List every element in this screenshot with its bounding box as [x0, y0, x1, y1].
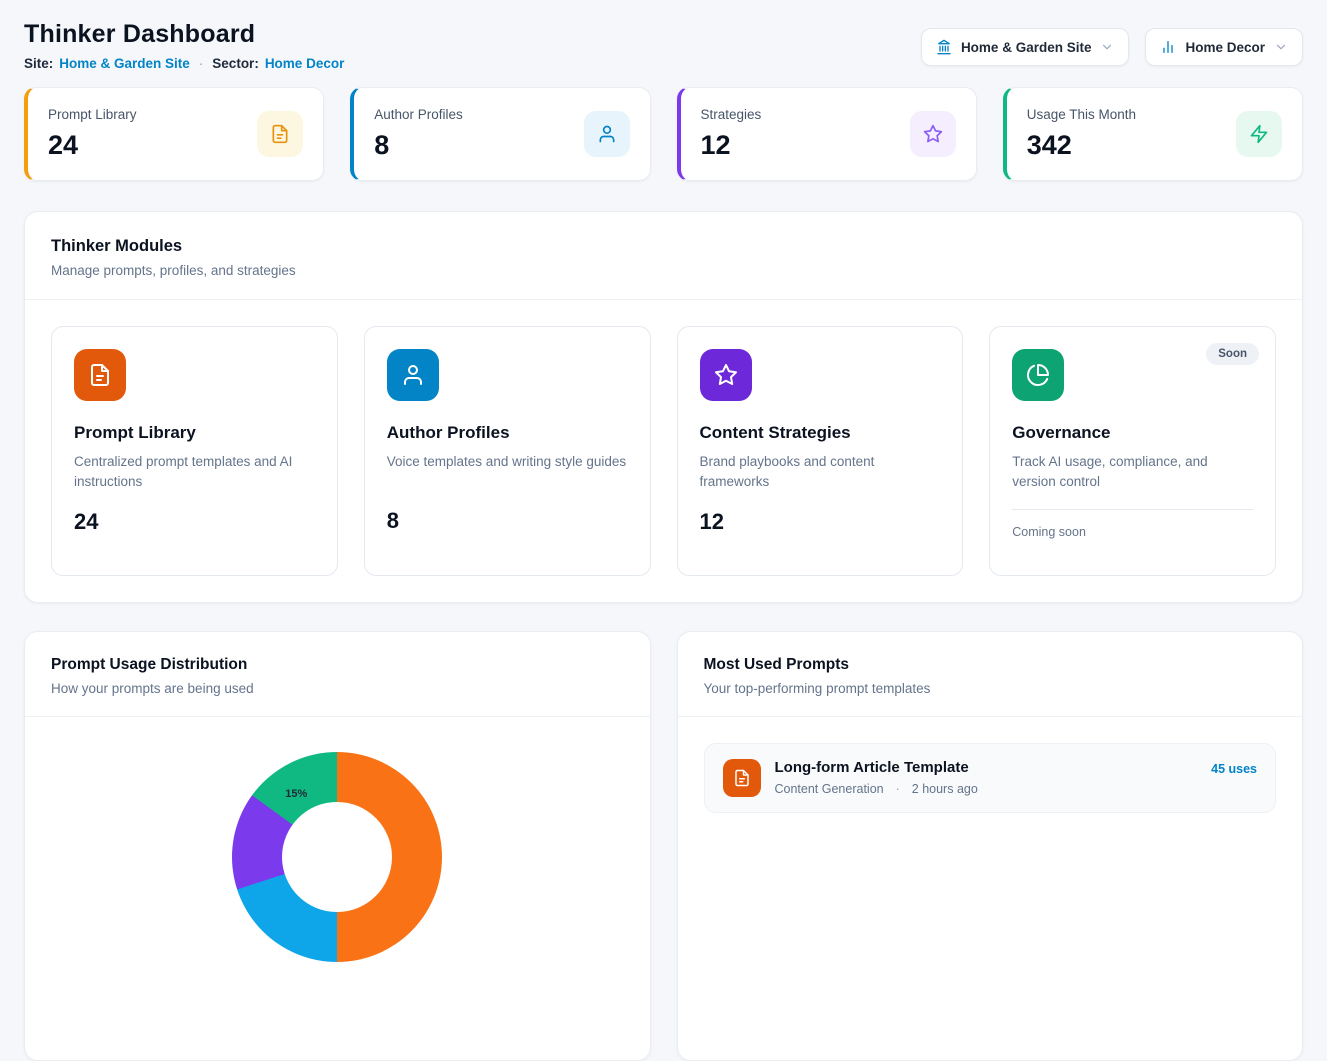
- stat-label: Strategies: [701, 107, 762, 122]
- pie-chart-icon: [1012, 349, 1064, 401]
- prompt-category: Content Generation: [775, 782, 884, 796]
- prompt-meta: Content Generation · 2 hours ago: [775, 782, 1198, 796]
- module-description: Centralized prompt templates and AI inst…: [74, 452, 315, 493]
- soon-badge: Soon: [1206, 343, 1259, 365]
- donut-chart: 15%: [232, 752, 442, 962]
- module-title: Prompt Library: [74, 423, 315, 443]
- file-text-icon: [74, 349, 126, 401]
- module-description: Track AI usage, compliance, and version …: [1012, 452, 1253, 493]
- module-title: Governance: [1012, 423, 1253, 443]
- meta-separator: ·: [893, 782, 903, 796]
- module-card-content-strategies[interactable]: Content Strategies Brand playbooks and c…: [677, 326, 964, 576]
- file-text-icon: [723, 759, 761, 797]
- sparkle-star-icon: [700, 349, 752, 401]
- bar-chart-icon: [1160, 39, 1176, 55]
- prompt-list: Long-form Article Template Content Gener…: [678, 717, 1303, 839]
- stat-value: 12: [701, 130, 762, 161]
- sector-selector-label: Home Decor: [1185, 40, 1265, 55]
- prompt-text: Long-form Article Template Content Gener…: [775, 759, 1198, 797]
- sparkle-star-icon: [910, 111, 956, 157]
- stat-card-usage: Usage This Month 342: [1003, 87, 1303, 181]
- uses-badge: 45 uses: [1211, 762, 1257, 797]
- file-text-icon: [257, 111, 303, 157]
- zap-icon: [1236, 111, 1282, 157]
- module-title: Author Profiles: [387, 423, 628, 443]
- thinker-dashboard-page: Thinker Dashboard Site: Home & Garden Si…: [0, 0, 1327, 1061]
- stat-value: 24: [48, 130, 137, 161]
- module-card-author-profiles[interactable]: Author Profiles Voice templates and writ…: [364, 326, 651, 576]
- card-subtitle: Your top-performing prompt templates: [704, 681, 1277, 696]
- chevron-down-icon: [1100, 40, 1114, 54]
- stat-text: Author Profiles 8: [374, 107, 463, 161]
- card-title: Most Used Prompts: [704, 656, 1277, 674]
- site-selector-label: Home & Garden Site: [961, 40, 1092, 55]
- stat-text: Strategies 12: [701, 107, 762, 161]
- user-icon: [387, 349, 439, 401]
- prompt-title: Long-form Article Template: [775, 759, 1198, 776]
- module-description: Brand playbooks and content frameworks: [700, 452, 941, 493]
- section-title: Thinker Modules: [51, 237, 1276, 256]
- prompt-list-item[interactable]: Long-form Article Template Content Gener…: [704, 743, 1277, 813]
- stats-row: Prompt Library 24 Author Profiles 8 Stra…: [24, 87, 1303, 181]
- module-description: Voice templates and writing style guides: [387, 452, 628, 492]
- card-header: Most Used Prompts Your top-performing pr…: [678, 632, 1303, 716]
- stat-card-strategies: Strategies 12: [677, 87, 977, 181]
- stat-text: Prompt Library 24: [48, 107, 137, 161]
- most-used-prompts-card: Most Used Prompts Your top-performing pr…: [677, 631, 1304, 1061]
- breadcrumb-separator: ·: [196, 56, 207, 71]
- header-selectors: Home & Garden Site Home Decor: [921, 28, 1303, 66]
- prompt-usage-distribution-card: Prompt Usage Distribution How your promp…: [24, 631, 651, 1061]
- sector-link[interactable]: Home Decor: [265, 56, 345, 71]
- stat-label: Prompt Library: [48, 107, 137, 122]
- header: Thinker Dashboard Site: Home & Garden Si…: [24, 20, 1303, 71]
- stat-card-prompt-library: Prompt Library 24: [24, 87, 324, 181]
- landmark-icon: [936, 39, 952, 55]
- module-count: 8: [387, 508, 628, 534]
- module-card-governance[interactable]: Soon Governance Track AI usage, complian…: [989, 326, 1276, 576]
- stat-value: 8: [374, 130, 463, 161]
- card-title: Prompt Usage Distribution: [51, 656, 624, 674]
- card-header: Prompt Usage Distribution How your promp…: [25, 632, 650, 716]
- site-sector-breadcrumb: Site: Home & Garden Site · Sector: Home …: [24, 56, 344, 71]
- stat-label: Usage This Month: [1027, 107, 1136, 122]
- sector-selector-dropdown[interactable]: Home Decor: [1145, 28, 1303, 66]
- donut-chart-area: 15%: [25, 752, 650, 1061]
- site-selector-dropdown[interactable]: Home & Garden Site: [921, 28, 1130, 66]
- chevron-down-icon: [1274, 40, 1288, 54]
- panel-header: Thinker Modules Manage prompts, profiles…: [25, 212, 1302, 299]
- stat-card-author-profiles: Author Profiles 8: [350, 87, 650, 181]
- prompt-time: 2 hours ago: [912, 782, 978, 796]
- module-count: 24: [74, 509, 315, 535]
- module-card-prompt-library[interactable]: Prompt Library Centralized prompt templa…: [51, 326, 338, 576]
- donut-slice-label: 15%: [285, 788, 307, 800]
- modules-grid: Prompt Library Centralized prompt templa…: [25, 300, 1302, 602]
- header-left: Thinker Dashboard Site: Home & Garden Si…: [24, 20, 344, 71]
- user-icon: [584, 111, 630, 157]
- stat-text: Usage This Month 342: [1027, 107, 1136, 161]
- module-count: 12: [700, 509, 941, 535]
- card-subtitle: How your prompts are being used: [51, 681, 624, 696]
- module-title: Content Strategies: [700, 423, 941, 443]
- section-subtitle: Manage prompts, profiles, and strategies: [51, 263, 1276, 278]
- stat-label: Author Profiles: [374, 107, 463, 122]
- bottom-row: Prompt Usage Distribution How your promp…: [24, 631, 1303, 1061]
- thinker-modules-panel: Thinker Modules Manage prompts, profiles…: [24, 211, 1303, 603]
- sector-label: Sector:: [212, 56, 259, 71]
- site-label: Site:: [24, 56, 53, 71]
- page-title: Thinker Dashboard: [24, 20, 344, 49]
- site-link[interactable]: Home & Garden Site: [59, 56, 190, 71]
- coming-soon-text: Coming soon: [1012, 509, 1253, 539]
- stat-value: 342: [1027, 130, 1136, 161]
- divider: [25, 716, 650, 717]
